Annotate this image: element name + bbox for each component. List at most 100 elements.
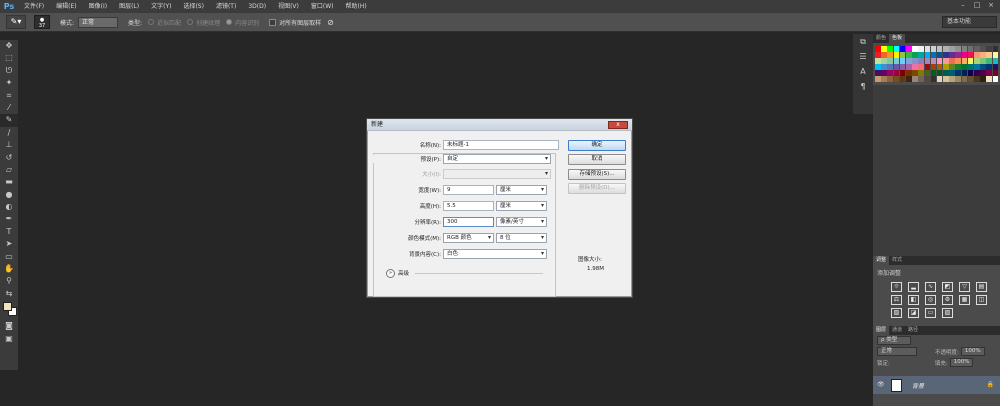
swatch-cell[interactable] bbox=[899, 52, 906, 58]
swatch-cell[interactable] bbox=[893, 58, 900, 64]
swatch-cell[interactable] bbox=[930, 46, 937, 52]
posterize-icon[interactable]: ▧ bbox=[891, 308, 902, 318]
blend-mode-select[interactable]: 正常 bbox=[877, 347, 917, 356]
bit-depth-select[interactable]: 8 位 bbox=[496, 233, 547, 243]
swatch-cell[interactable] bbox=[986, 52, 992, 58]
swatch-cell[interactable] bbox=[961, 64, 968, 70]
eye-icon[interactable]: 👁 bbox=[877, 381, 885, 388]
tab-channels[interactable]: 通道 bbox=[889, 326, 905, 335]
swatch-cell[interactable] bbox=[980, 70, 986, 76]
tab-layers[interactable]: 图层 bbox=[873, 326, 890, 335]
resolution-unit-select[interactable]: 像素/英寸 bbox=[496, 217, 547, 227]
background-select[interactable]: 白色 bbox=[443, 249, 547, 259]
menu-filter[interactable]: 滤镜(T) bbox=[210, 0, 242, 13]
brush-tool-icon[interactable]: ∕ bbox=[0, 127, 18, 139]
swatch-cell[interactable] bbox=[936, 52, 943, 58]
swatch-cell[interactable] bbox=[943, 58, 949, 64]
menu-help[interactable]: 帮助(H) bbox=[340, 0, 373, 13]
layer-kind-select[interactable]: ρ 类型 bbox=[877, 336, 911, 345]
swatch-cell[interactable] bbox=[918, 52, 924, 58]
swatch-cell[interactable] bbox=[899, 76, 906, 82]
healing-brush-preset-icon[interactable]: ✎▾ bbox=[6, 15, 26, 29]
swatch-cell[interactable] bbox=[961, 76, 968, 82]
swatch-cell[interactable] bbox=[936, 70, 943, 76]
swatch-cell[interactable] bbox=[974, 64, 980, 70]
swatch-cell[interactable] bbox=[893, 70, 900, 76]
menu-layer[interactable]: 图层(L) bbox=[113, 0, 145, 13]
swatch-cell[interactable] bbox=[875, 46, 881, 52]
blur-tool-icon[interactable]: ● bbox=[0, 189, 18, 201]
swatch-cell[interactable] bbox=[918, 64, 924, 70]
healing-brush-tool-icon[interactable]: ✎ bbox=[0, 114, 18, 127]
width-unit-select[interactable]: 厘米 bbox=[496, 185, 547, 195]
name-input[interactable]: 未标题-1 bbox=[443, 140, 559, 150]
hand-tool-icon[interactable]: ✋ bbox=[0, 263, 18, 275]
swatch-cell[interactable] bbox=[881, 58, 887, 64]
advanced-toggle-icon[interactable]: » bbox=[386, 269, 395, 278]
sample-all-layers-checkbox[interactable]: 对所有图层取样 bbox=[269, 18, 321, 27]
swatch-cell[interactable] bbox=[918, 46, 924, 52]
swatch-cell[interactable] bbox=[887, 58, 893, 64]
swatch-cell[interactable] bbox=[893, 46, 900, 52]
menu-file[interactable]: 文件(F) bbox=[18, 0, 50, 13]
type-tool-icon[interactable]: T bbox=[0, 226, 18, 238]
swatch-cell[interactable] bbox=[930, 52, 937, 58]
swatch-cell[interactable] bbox=[899, 46, 906, 52]
swatch-cell[interactable] bbox=[967, 64, 974, 70]
swatch-cell[interactable] bbox=[905, 58, 912, 64]
tab-swatches[interactable]: 色板 bbox=[889, 34, 906, 43]
swatch-cell[interactable] bbox=[924, 52, 931, 58]
ok-button[interactable]: 确定 bbox=[568, 140, 626, 151]
resolution-input[interactable]: 300 bbox=[443, 217, 494, 227]
type-option-texture[interactable]: 创建纹理 bbox=[187, 18, 220, 27]
color-swatches[interactable] bbox=[0, 300, 18, 320]
swatch-cell[interactable] bbox=[875, 70, 881, 76]
swatch-cell[interactable] bbox=[887, 64, 893, 70]
tab-color[interactable]: 颜色 bbox=[873, 34, 889, 43]
swatch-cell[interactable] bbox=[980, 52, 986, 58]
brightness-icon[interactable]: ☼ bbox=[891, 282, 902, 292]
channel-mixer-icon[interactable]: ⚙ bbox=[942, 295, 953, 305]
swatch-cell[interactable] bbox=[961, 52, 968, 58]
swatch-cell[interactable] bbox=[974, 58, 980, 64]
screen-mode-icon[interactable]: ▣ bbox=[0, 333, 18, 345]
dodge-tool-icon[interactable]: ◐ bbox=[0, 201, 18, 213]
advanced-label[interactable]: 高级 bbox=[398, 269, 409, 277]
swatch-cell[interactable] bbox=[974, 52, 980, 58]
swatch-cell[interactable] bbox=[986, 46, 992, 52]
swatch-cell[interactable] bbox=[961, 58, 968, 64]
swatch-cell[interactable] bbox=[918, 70, 924, 76]
pen-tool-icon[interactable]: ✒ bbox=[0, 213, 18, 225]
swatch-cell[interactable] bbox=[918, 58, 924, 64]
swatch-cell[interactable] bbox=[980, 46, 986, 52]
swatch-cell[interactable] bbox=[980, 58, 986, 64]
swatch-cell[interactable] bbox=[967, 52, 974, 58]
swatch-cell[interactable] bbox=[924, 70, 931, 76]
properties-panel-icon[interactable]: ☰ bbox=[853, 49, 873, 64]
color-mode-select[interactable]: RGB 颜色 bbox=[443, 233, 494, 243]
swatch-cell[interactable] bbox=[967, 70, 974, 76]
swatch-cell[interactable] bbox=[924, 76, 931, 82]
swatch-cell[interactable] bbox=[943, 46, 949, 52]
swatch-cell[interactable] bbox=[905, 64, 912, 70]
swatch-cell[interactable] bbox=[986, 58, 992, 64]
swatch-cell[interactable] bbox=[924, 64, 931, 70]
zoom-tool-icon[interactable]: ⚲ bbox=[0, 275, 18, 287]
swatch-cell[interactable] bbox=[881, 76, 887, 82]
swatch-cell[interactable] bbox=[955, 46, 962, 52]
selective-color-icon[interactable]: ▨ bbox=[942, 308, 953, 318]
foreground-color[interactable] bbox=[3, 302, 12, 312]
paragraph-panel-icon[interactable]: ¶ bbox=[853, 79, 873, 94]
hue-saturation-icon[interactable]: ▤ bbox=[976, 282, 987, 292]
swatch-cell[interactable] bbox=[893, 64, 900, 70]
swatch-cell[interactable] bbox=[936, 64, 943, 70]
swatch-cell[interactable] bbox=[974, 46, 980, 52]
swatch-cell[interactable] bbox=[943, 70, 949, 76]
menu-edit[interactable]: 编辑(E) bbox=[50, 0, 82, 13]
swatch-cell[interactable] bbox=[974, 70, 980, 76]
threshold-icon[interactable]: ◪ bbox=[908, 308, 919, 318]
curves-icon[interactable]: ∿ bbox=[925, 282, 936, 292]
swatch-cell[interactable] bbox=[930, 70, 937, 76]
maximize-button[interactable]: □ bbox=[970, 0, 984, 11]
swatch-cell[interactable] bbox=[899, 64, 906, 70]
